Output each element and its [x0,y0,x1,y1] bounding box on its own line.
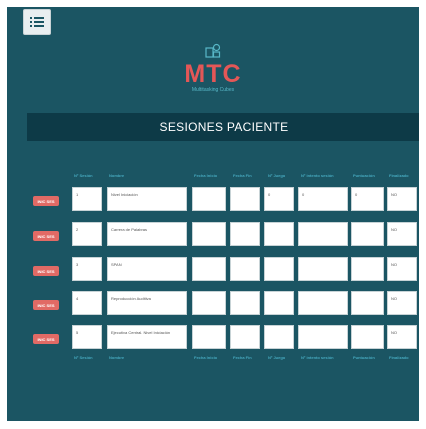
col-header-intento: Nº intento sesión [301,173,334,178]
cell-juego[interactable] [264,291,294,315]
col-header-nombre: Nombre [109,173,125,178]
col-footer-nombre: Nombre [109,355,125,360]
page-title-bar: SESIONES PACIENTE [27,113,419,141]
cell-sesion[interactable]: 2 [72,222,102,246]
cell-finalizado[interactable]: NO [387,222,417,246]
cell-finalizado[interactable]: NO [387,257,417,281]
cell-fecha-fin[interactable] [230,257,260,281]
cell-finalizado[interactable]: NO [387,325,417,349]
col-footer-sesion: Nº Sesión [74,355,93,360]
cell-juego[interactable] [264,222,294,246]
page-title: SESIONES PACIENTE [159,120,289,134]
cell-nombre[interactable]: Reproducción Auditiva [107,291,187,315]
logo-subtitle: Multitasking Cubes [191,87,235,93]
cell-juego[interactable]: 0 [264,187,294,211]
cell-intento[interactable]: 0 [298,187,348,211]
col-header-fecha-inicio: Fecha Inicio [194,173,218,178]
logo-title: MTC [184,60,242,88]
cell-sesion[interactable]: 5 [72,325,102,349]
cell-fecha-fin[interactable] [230,325,260,349]
col-header-fecha-fin: Fecha Fin [233,173,252,178]
cell-nombre[interactable]: SPAN [107,257,187,281]
cell-nombre[interactable]: Carrera de Palabras [107,222,187,246]
cell-nombre[interactable]: Nivel Iniciación [107,187,187,211]
cell-puntuacion[interactable] [351,325,384,349]
cell-finalizado[interactable]: NO [387,291,417,315]
start-session-button[interactable]: INIC SES [33,231,59,241]
col-header-juego: Nº Juego [268,173,286,178]
table-row: INIC SES 2 Carrera de Palabras NO [7,222,419,248]
table-header-bottom: Nº Sesión Nombre Fecha Inicio Fecha Fin … [7,353,419,363]
start-session-button[interactable]: INIC SES [33,196,59,206]
cell-juego[interactable] [264,325,294,349]
logo: MTC Multitasking Cubes [7,43,419,93]
table-row: INIC SES 4 Reproducción Auditiva NO [7,291,419,317]
cell-fecha-inicio[interactable] [192,325,226,349]
cell-fecha-inicio[interactable] [192,291,226,315]
cell-nombre[interactable]: Ejecutiva Central. Nivel Iniciación [107,325,187,349]
start-session-button[interactable]: INIC SES [33,300,59,310]
cell-puntuacion[interactable] [351,291,384,315]
cell-puntuacion[interactable] [351,257,384,281]
cell-sesion[interactable]: 4 [72,291,102,315]
cell-fecha-fin[interactable] [230,187,260,211]
cell-sesion[interactable]: 3 [72,257,102,281]
cell-intento[interactable] [298,325,348,349]
cell-intento[interactable] [298,291,348,315]
start-session-button[interactable]: INIC SES [33,334,59,344]
col-footer-puntuacion: Puntuación [353,355,375,360]
table-header-top: Nº Sesión Nombre Fecha Inicio Fecha Fin … [7,171,419,181]
col-footer-fecha-inicio: Fecha Inicio [194,355,218,360]
cubes-outline-icon [205,43,221,58]
start-session-button[interactable]: INIC SES [33,266,59,276]
table-row: INIC SES 3 SPAN NO [7,257,419,283]
cell-fecha-inicio[interactable] [192,222,226,246]
table-row: INIC SES 1 Nivel Iniciación 0 0 0 NO [7,187,419,213]
cell-finalizado[interactable]: NO [387,187,417,211]
menu-button[interactable] [23,9,51,35]
col-footer-fecha-fin: Fecha Fin [233,355,252,360]
cell-intento[interactable] [298,222,348,246]
col-footer-juego: Nº Juego [268,355,286,360]
cell-juego[interactable] [264,257,294,281]
app-window: MTC Multitasking Cubes SESIONES PACIENTE… [7,7,419,421]
col-footer-intento: Nº intento sesión [301,355,334,360]
col-header-puntuacion: Puntuación [353,173,375,178]
list-icon [30,17,44,27]
col-header-sesion: Nº Sesión [74,173,93,178]
cell-intento[interactable] [298,257,348,281]
table-row: INIC SES 5 Ejecutiva Central. Nivel Inicia… [7,325,419,351]
col-header-finalizado: Finalizado [389,173,409,178]
cell-fecha-inicio[interactable] [192,257,226,281]
cell-fecha-fin[interactable] [230,222,260,246]
cell-fecha-fin[interactable] [230,291,260,315]
cell-puntuacion[interactable] [351,222,384,246]
cell-puntuacion[interactable]: 0 [351,187,384,211]
cell-sesion[interactable]: 1 [72,187,102,211]
col-footer-finalizado: Finalizado [389,355,409,360]
cell-fecha-inicio[interactable] [192,187,226,211]
